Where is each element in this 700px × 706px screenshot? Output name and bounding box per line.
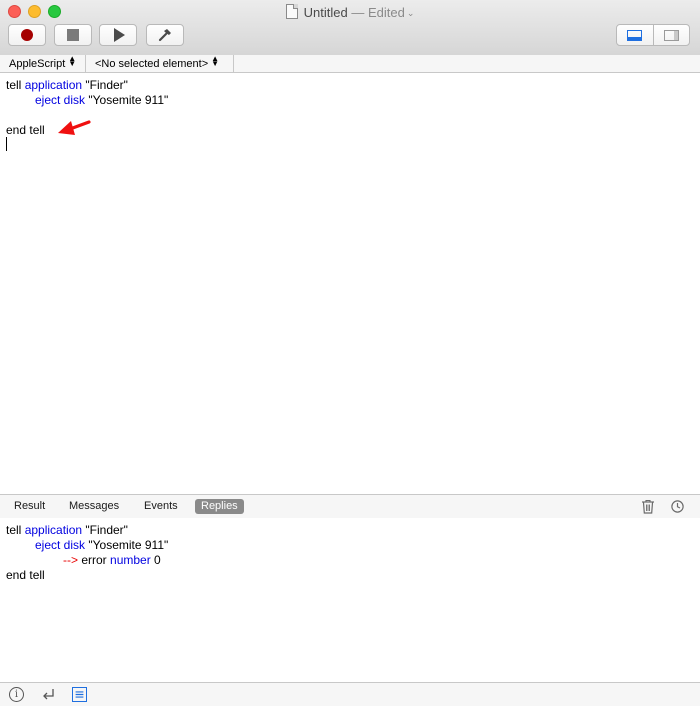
list-icon[interactable]	[72, 687, 87, 702]
edited-indicator: — Edited	[351, 5, 405, 20]
run-button[interactable]	[99, 24, 137, 46]
tab-messages[interactable]: Messages	[63, 499, 125, 514]
hammer-icon	[158, 29, 171, 42]
bottom-panel-icon	[627, 29, 643, 41]
tab-result[interactable]: Result	[8, 499, 51, 514]
script-editor[interactable]: tell application "Finder" eject disk "Yos…	[0, 73, 700, 493]
nav-divider	[85, 55, 86, 72]
updown-chevron-icon: ▲ ▼	[68, 54, 77, 68]
stop-icon	[67, 29, 79, 41]
element-label: <No selected element>	[95, 58, 209, 70]
title-bar: Untitled — Edited ⌄	[0, 0, 700, 56]
language-label: AppleScript	[9, 58, 66, 70]
navigation-bar: AppleScript ▲ ▼ <No selected element> ▲ ▼	[0, 55, 700, 73]
reply-line: eject disk "Yosemite 911"	[35, 538, 169, 552]
window-title-text: Untitled	[303, 5, 348, 20]
show-side-panel-button[interactable]	[652, 25, 690, 45]
replies-log[interactable]: tell application "Finder" eject disk "Yos…	[0, 518, 700, 682]
code-line: tell application "Finder"	[6, 78, 128, 92]
text-cursor	[6, 137, 7, 151]
view-toggle	[616, 24, 690, 46]
info-icon[interactable]: i	[9, 687, 24, 702]
replies-text: tell application "Finder" eject disk "Yos…	[6, 523, 168, 583]
reply-line: tell application "Finder"	[6, 523, 128, 537]
script-editor-window: Untitled — Edited ⌄ AppleScript ▲ ▼ <No …	[0, 0, 700, 706]
window-title[interactable]: Untitled — Edited ⌄	[0, 4, 700, 20]
compile-button[interactable]	[146, 24, 184, 46]
annotation-arrow	[58, 120, 91, 135]
bottom-bar: i	[0, 682, 700, 706]
clock-icon[interactable]	[671, 500, 684, 513]
language-popup[interactable]: AppleScript ▲ ▼	[9, 54, 77, 71]
show-bottom-panel-button[interactable]	[617, 25, 653, 45]
record-button[interactable]	[8, 24, 46, 46]
play-icon	[114, 28, 125, 42]
chevron-down-icon: ⌄	[406, 8, 415, 18]
nav-divider	[233, 55, 234, 72]
trash-icon[interactable]	[641, 499, 655, 514]
document-icon	[285, 4, 298, 19]
result-tab-bar: Result Messages Events Replies	[0, 494, 700, 519]
reply-line: --> error number 0	[63, 553, 161, 567]
stop-button[interactable]	[54, 24, 92, 46]
tab-replies[interactable]: Replies	[195, 499, 244, 514]
tab-events[interactable]: Events	[138, 499, 184, 514]
code-line: eject disk "Yosemite 911"	[35, 93, 169, 107]
updown-chevron-icon: ▲ ▼	[211, 54, 220, 68]
reply-line: end tell	[6, 568, 45, 582]
element-popup[interactable]: <No selected element> ▲ ▼	[95, 54, 220, 71]
side-panel-icon	[663, 29, 679, 41]
record-icon	[21, 29, 33, 41]
return-icon[interactable]	[41, 687, 56, 702]
